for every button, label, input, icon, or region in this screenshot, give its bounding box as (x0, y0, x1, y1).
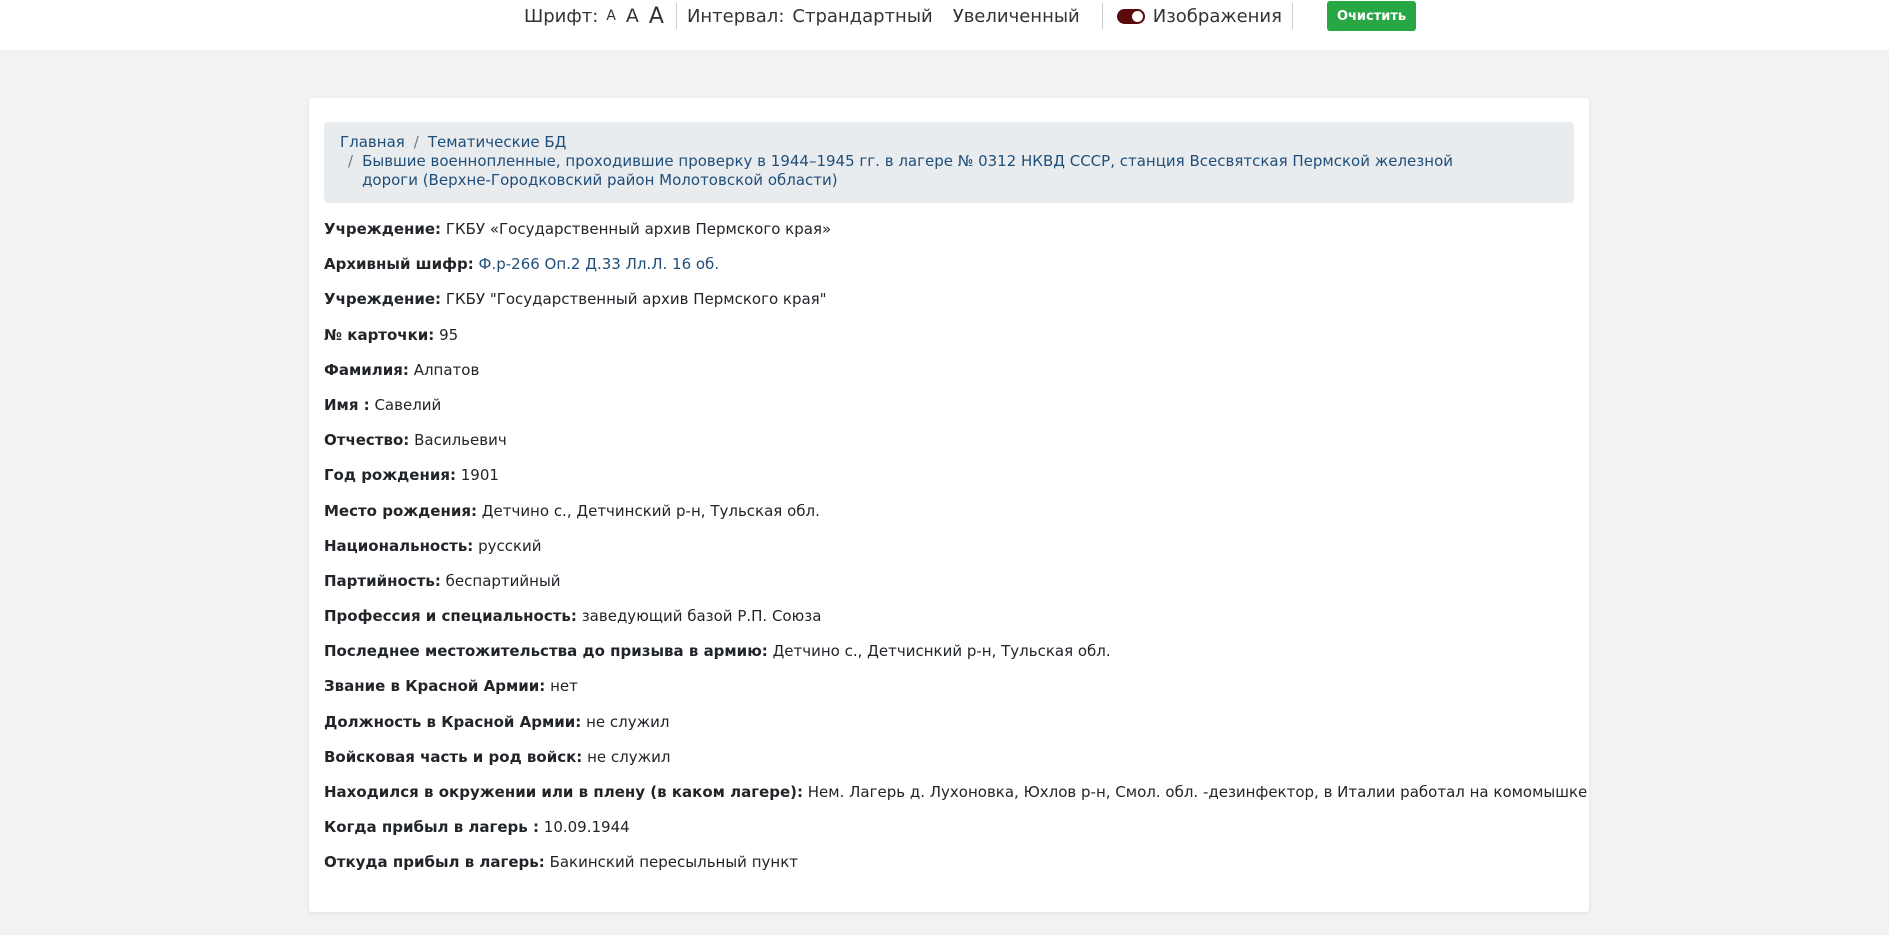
field-value: 1901 (460, 466, 499, 485)
field-institution: Учреждение: ГКБУ «Государственный архив … (324, 219, 1574, 254)
field-arrival-date: Когда прибыл в лагерь : 10.09.1944 (324, 817, 1574, 852)
breadcrumb-home-link[interactable]: Главная (340, 133, 405, 151)
divider (675, 3, 677, 29)
breadcrumb-current-link[interactable]: Бывшие военнопленные, проходившие провер… (362, 152, 1472, 190)
field-captivity: Находился в окружении или в плену (в как… (324, 782, 1587, 817)
field-label: Должность в Красной Армии: (324, 712, 582, 731)
images-toggle[interactable] (1116, 8, 1145, 24)
field-archive-code: Архивный шифр: Ф.р-266 Оп.2 Д.33 Лл.Л. 1… (324, 254, 1574, 289)
field-label: Национальность: (324, 536, 474, 555)
field-last-residence: Последнее местожительства до призыва в а… (324, 641, 1574, 676)
field-label: № карточки: (324, 325, 435, 344)
field-label: Когда прибыл в лагерь : (324, 818, 539, 837)
breadcrumb-separator: / (413, 133, 419, 151)
field-value: Алпатов (413, 360, 480, 379)
accessibility-controls: Шрифт: A A A Интервал: Страндартный Увел… (524, 0, 1417, 32)
field-label: Откуда прибыл в лагерь: (324, 853, 545, 872)
field-label: Учреждение: (324, 290, 442, 309)
field-military-unit: Войсковая часть и род войск: не служил (324, 747, 1574, 782)
field-birth-year: Год рождения: 1901 (324, 465, 1574, 500)
font-size-medium-button[interactable]: A (626, 5, 639, 27)
divider (1101, 3, 1103, 29)
field-value: не служил (587, 747, 671, 766)
record-card: Главная / Тематические БД / Бывшие военноп… (309, 98, 1589, 912)
clear-button[interactable]: Очистить (1326, 1, 1417, 31)
field-value: Детчино с., Детчиснкий р-н, Тульская обл… (772, 642, 1111, 661)
field-value: нет (550, 677, 578, 696)
interval-standard-option[interactable]: Страндартный (792, 6, 932, 27)
field-surname: Фамилия: Алпатов (324, 360, 1574, 395)
archive-code-link[interactable]: Ф.р-266 Оп.2 Д.33 Лл.Л. 16 об. (479, 255, 720, 273)
images-label: Изображения (1152, 5, 1282, 27)
field-rank: Звание в Красной Армии: нет (324, 676, 1574, 711)
field-label: Находился в окружении или в плену (в как… (324, 783, 803, 801)
field-value: заведующий базой Р.П. Союза (581, 607, 822, 626)
field-value: ГКБУ «Государственный архив Пермского кр… (445, 220, 832, 238)
field-label: Партийность: (324, 571, 441, 590)
field-value: русский (478, 536, 542, 555)
field-nationality: Национальность: русский (324, 536, 1574, 571)
field-card-number: № карточки: 95 (324, 325, 1574, 360)
field-party: Партийность: беспартийный (324, 571, 1574, 606)
interval-label: Интервал: (686, 5, 785, 27)
interval-increased-option[interactable]: Увеличенный (953, 6, 1080, 27)
font-size-large-button[interactable]: A (649, 4, 664, 29)
field-label: Учреждение: (324, 220, 442, 238)
field-profession: Профессия и специальность: заведующий ба… (324, 606, 1574, 641)
breadcrumb: Главная / Тематические БД / Бывшие военноп… (324, 122, 1574, 203)
breadcrumb-separator: / (348, 152, 354, 170)
font-size-small-button[interactable]: A (606, 8, 616, 24)
field-label: Профессия и специальность: (324, 607, 577, 626)
breadcrumb-row: / Бывшие военнопленные, проходившие пров… (340, 152, 1558, 190)
field-value: 95 (439, 325, 459, 344)
field-value: Бакинский пересыльный пункт (549, 853, 798, 872)
field-birth-place: Место рождения: Детчино с., Детчинский р… (324, 501, 1574, 536)
field-label: Отчество: (324, 431, 410, 450)
font-size-label: Шрифт: (524, 5, 599, 27)
field-label: Имя : (324, 395, 370, 414)
field-label: Войсковая часть и род войск: (324, 747, 583, 766)
field-label: Звание в Красной Армии: (324, 677, 546, 696)
breadcrumb-thematic-link[interactable]: Тематические БД (428, 133, 567, 151)
field-value: 10.09.1944 (543, 818, 630, 837)
field-arrival-from: Откуда прибыл в лагерь: Бакинский пересы… (324, 852, 1574, 887)
field-label: Фамилия: (324, 360, 409, 379)
field-first-name: Имя : Савелий (324, 395, 1574, 430)
field-label: Год рождения: (324, 466, 456, 485)
field-value: Нем. Лагерь д. Лухоновка, Юхлов р-н, Смо… (807, 783, 1588, 801)
record-fields: Учреждение: ГКБУ «Государственный архив … (324, 219, 1587, 888)
field-institution-2: Учреждение: ГКБУ "Государственный архив … (324, 289, 1574, 324)
field-position: Должность в Красной Армии: не служил (324, 712, 1574, 747)
field-label: Последнее местожительства до призыва в а… (324, 642, 768, 661)
field-value: ГКБУ "Государственный архив Пермского кр… (445, 290, 827, 309)
field-value: не служил (586, 712, 670, 731)
breadcrumb-row: Главная / Тематические БД (340, 133, 1558, 152)
divider (1291, 3, 1293, 29)
field-label: Архивный шифр: (324, 255, 474, 274)
field-value: Савелий (374, 395, 442, 414)
field-label: Место рождения: (324, 501, 477, 520)
field-value: Васильевич (414, 431, 507, 450)
field-value: Детчино с., Детчинский р-н, Тульская обл… (481, 501, 820, 520)
accessibility-bar: Шрифт: A A A Интервал: Страндартный Увел… (0, 0, 1889, 50)
toggle-knob (1131, 10, 1143, 22)
field-value: беспартийный (445, 571, 561, 590)
field-patronymic: Отчество: Васильевич (324, 430, 1574, 465)
